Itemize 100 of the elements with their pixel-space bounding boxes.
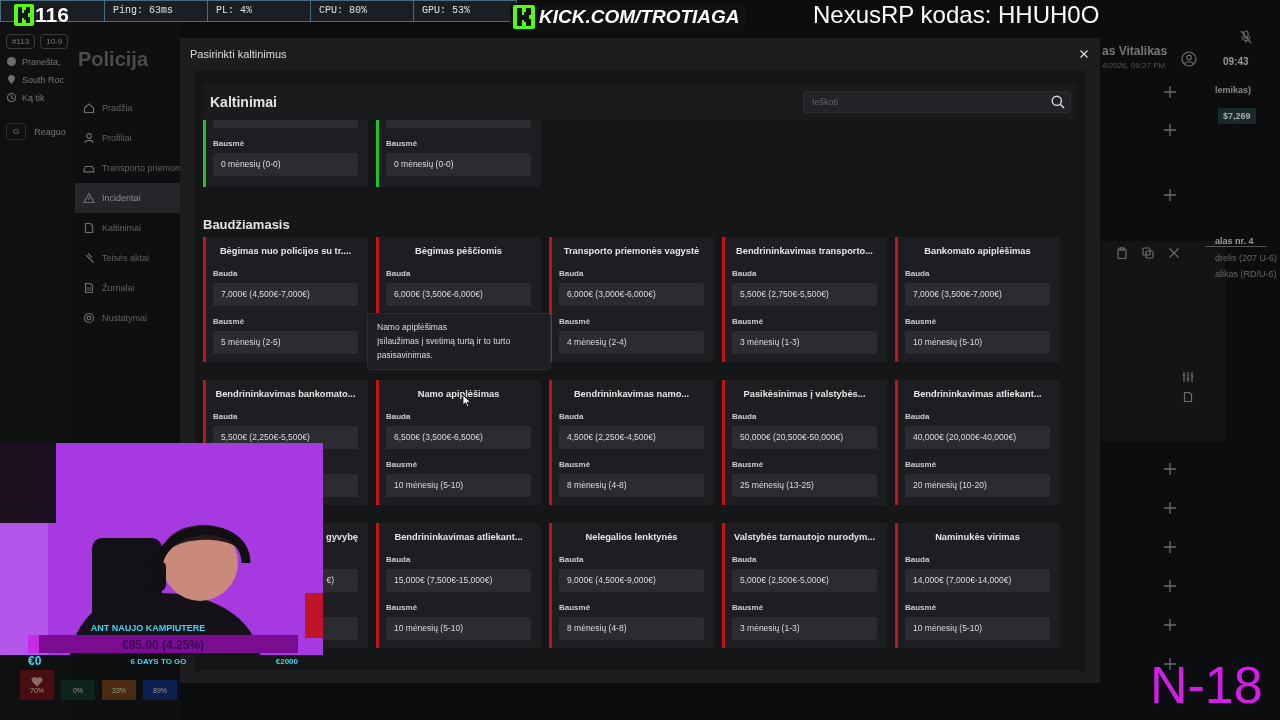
plus-icon[interactable] <box>1164 501 1176 514</box>
sentence-value: 3 mėnesių (1-3) <box>732 617 877 640</box>
plus-icon[interactable] <box>1164 123 1176 136</box>
copy-icon[interactable] <box>1142 247 1154 259</box>
charge-title: Namo apiplėšimas <box>416 388 501 401</box>
plus-icon[interactable] <box>1164 618 1176 631</box>
charge-card[interactable]: Bendrininkavimas namo... Bauda 4,500€ (2,250€-4,500€) Bausmė 8 mėnesių (4-8) <box>549 380 714 505</box>
field-label: Bauda <box>732 269 758 279</box>
sentence-value: 20 mėnesių (10-20) <box>905 474 1050 497</box>
info-circle-icon <box>6 56 17 67</box>
document-icon <box>83 282 95 294</box>
charge-card[interactable]: Namo apiplėšimas Bauda 6,500€ (3,500€-6,500€) Bausmė 10 mėnesių (5-10) <box>376 380 541 505</box>
k-logo-icon <box>14 4 34 26</box>
plus-icon[interactable] <box>1164 86 1176 98</box>
report-line: alikas (RD/U-6) <box>1214 269 1278 279</box>
document-icon[interactable] <box>1182 391 1194 403</box>
balance-badge: $7,269 <box>1218 108 1256 124</box>
sentence-value: 4 mėnesių (2-4) <box>559 331 704 354</box>
fine-value: 15,000€ (7,500€-15,000€) <box>386 569 531 592</box>
search-field[interactable]: Ieškoti <box>803 90 1071 113</box>
plus-icon[interactable] <box>1164 189 1176 201</box>
charge-title: Valstybės tarnautojo nurodym... <box>732 531 876 544</box>
field-label: Bauda <box>905 555 931 565</box>
charge-card[interactable]: Bausmė 0 mėnesių (0-0) <box>203 120 368 187</box>
heart-icon <box>31 676 43 687</box>
k-logo-icon <box>512 4 536 30</box>
document-icon <box>83 222 95 234</box>
charge-card[interactable]: Bendrininkavimas transporto... Bauda 5,500€ (2,750€-5,500€) Bausmė 3 mėnesių (1-3) <box>722 237 887 362</box>
unit-status: Reaguo <box>34 126 66 137</box>
avatar-icon[interactable] <box>1181 51 1197 67</box>
fine-value: 7,000€ (3,500€-7,000€) <box>905 283 1050 306</box>
goal-target: €2000 <box>275 656 298 666</box>
sentence-value: 3 mėnesių (1-3) <box>732 331 877 354</box>
charge-title: Nelegalios lenktynės <box>584 531 679 544</box>
charge-card[interactable]: Transporto priemonės vagystė Bauda 6,000€ (3,000€-6,000€) Bausmė 4 mėnesių (2-4) <box>549 237 714 362</box>
charge-card[interactable]: Nelegalios lenktynės Bauda 9,000€ (4,500€-9,000€) Bausmė 8 mėnesių (4-8) <box>549 523 714 648</box>
charge-card[interactable]: Bendrininkavimas atliekant... Bauda 15,000€ (7,500€-15,000€) Bausmė 10 mėnesių (5-10) <box>376 523 541 648</box>
field-label: Bausmė <box>732 603 765 613</box>
sliders-icon[interactable] <box>1182 371 1194 383</box>
charge-title: Naminukės virimas <box>934 531 1021 544</box>
sentence-value: 8 mėnesių (4-8) <box>559 617 704 640</box>
charge-title: Transporto priemonės vagystė <box>562 245 701 258</box>
section-heading: Baudžiamasis <box>203 217 291 233</box>
close-icon <box>1080 50 1088 58</box>
sentence-value: 10 mėnesių (5-10) <box>905 331 1050 354</box>
field-label: Bausmė <box>905 460 938 470</box>
modal-title: Pasirinkti kaltinimus <box>190 48 287 60</box>
field-label: Bauda <box>386 412 412 422</box>
goal-start: €0 <box>28 654 42 668</box>
charge-card[interactable]: Bendrininkavimas atliekant... Bauda 40,000€ (20,000€-40,000€) Bausmė 20 mėnesių (10-20) <box>895 380 1060 505</box>
charge-title: Pasikėsinimas į valstybės... <box>742 388 867 401</box>
charge-card[interactable]: Bankomato apiplėšimas Bauda 7,000€ (3,500€-7,000€) Bausmė 10 mėnesių (5-10) <box>895 237 1060 362</box>
gavel-icon <box>83 252 95 264</box>
settings-icon <box>83 312 95 324</box>
plus-icon[interactable] <box>1164 462 1176 475</box>
charge-card[interactable]: Bėgimas nuo policijos su tr.... Bauda 7,000€ (4,500€-7,000€) Bausmė 5 mėnesių (2-5) <box>203 237 368 362</box>
plus-icon[interactable] <box>1164 579 1176 592</box>
charge-title: Bėgimas nuo policijos su tr.... <box>218 245 353 258</box>
history-icon <box>6 92 17 103</box>
goal-title: ANT NAUJO KAMPIUTERE <box>89 623 207 633</box>
field-label: Bausmė <box>213 317 246 327</box>
field-label: Bauda <box>732 555 758 565</box>
sentence-value: 0 mėnesių (0-0) <box>386 153 531 176</box>
field-label: Bausmė <box>905 603 938 613</box>
age-rating: N-18 <box>1150 664 1263 706</box>
field-label: Bausmė <box>386 460 419 470</box>
field-label: Bauda <box>732 412 758 422</box>
field-label: Bauda <box>559 555 585 565</box>
app-title: Policija <box>78 48 150 71</box>
field-label: Bauda <box>386 555 412 565</box>
nav-item[interactable]: Incidentai <box>75 183 180 213</box>
call-info-text: Pranešta, <box>22 56 61 67</box>
goal-amount: €85.00 (4.25%) <box>121 638 205 652</box>
charge-card[interactable]: Bausmė 0 mėnesių (0-0) <box>376 120 541 187</box>
tooltip-text: Įsilaužimas į svetimą turtą ir to turto pasisavinimas. <box>377 335 512 362</box>
search-icon[interactable] <box>1051 94 1065 109</box>
fine-value: 6,000€ (3,000€-6,000€) <box>559 283 704 306</box>
field-label: Bauda <box>213 412 239 422</box>
charge-card[interactable]: Naminukės virimas Bauda 14,000€ (7,000€-14,000€) Bausmė 10 mėnesių (5-10) <box>895 523 1060 648</box>
plus-icon[interactable] <box>1164 540 1176 553</box>
mic-off-icon[interactable] <box>1240 30 1252 44</box>
call-badge: 10-9 <box>40 34 69 49</box>
field-label: Bauda <box>559 412 585 422</box>
field-label: Bauda <box>213 269 239 279</box>
unit-badge: G <box>6 123 27 140</box>
charge-card[interactable]: Pasikėsinimas į valstybės... Bauda 50,000€ (20,500€-50,000€) Bausmė 25 mėnesių (13-25) <box>722 380 887 505</box>
officer-name: as Vitalikas <box>1102 44 1168 58</box>
fine-value: 40,000€ (20,000€-40,000€) <box>905 426 1050 449</box>
charge-card[interactable]: Valstybės tarnautojo nurodym... Bauda 5,000€ (2,500€-5,000€) Bausmė 3 mėnesių (1-3) <box>722 523 887 648</box>
field-label: Bausmė <box>732 317 765 327</box>
clipboard-icon[interactable] <box>1116 247 1128 259</box>
report-line: drelis (207 U-6) <box>1214 253 1279 263</box>
fine-value: 9,000€ (4,500€-9,000€) <box>559 569 704 592</box>
sentence-value: 10 mėnesių (5-10) <box>386 474 531 497</box>
sentence-value: 5 mėnesių (2-5) <box>213 331 358 354</box>
home-icon <box>83 102 95 114</box>
close-icon[interactable] <box>1168 247 1180 259</box>
field-label: Bauda <box>386 269 412 279</box>
panel-title: Kaltinimai <box>210 93 277 110</box>
charge-title: Bendrininkavimas namo... <box>572 388 691 401</box>
